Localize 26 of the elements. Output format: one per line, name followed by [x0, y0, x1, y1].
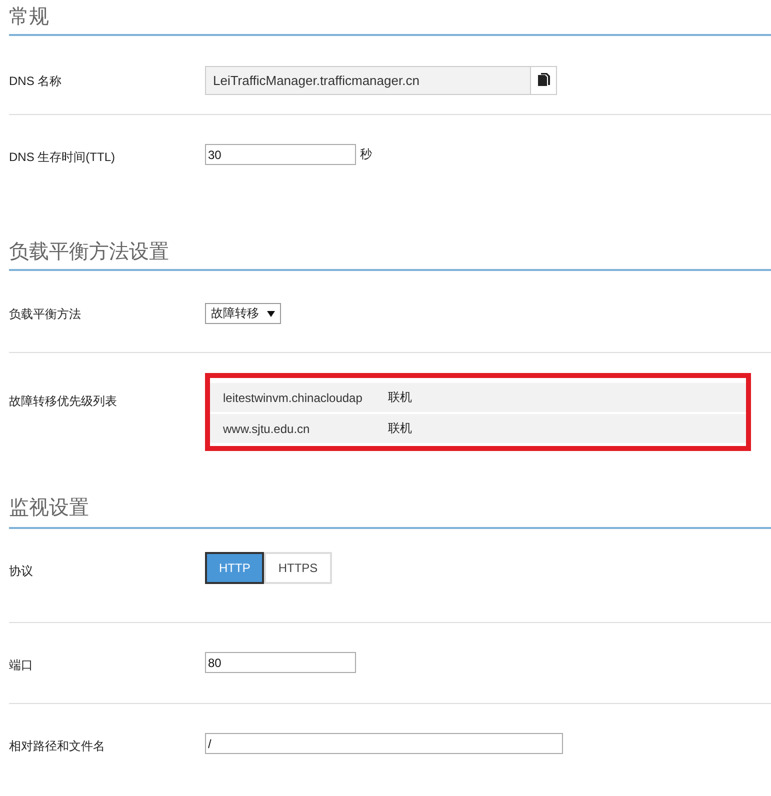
text-field[interactable]: 80	[205, 652, 356, 673]
dns-name-field[interactable]: LeiTrafficManager.trafficmanager.cn	[205, 66, 557, 95]
endpoint-name: leitestwinvm.chinacloudap	[223, 390, 364, 404]
endpoint-status: 联机	[388, 420, 412, 437]
endpoint-row[interactable]: www.sjtu.edu.cn 联机	[210, 414, 746, 443]
text-field[interactable]: /	[205, 733, 563, 754]
field-label: 负载平衡方法	[9, 306, 82, 323]
field-label: 相对路径和文件名	[9, 738, 106, 755]
unit-label: 秒	[360, 146, 372, 163]
endpoint-row[interactable]: leitestwinvm.chinacloudap 联机	[210, 383, 746, 412]
field-label: 协议	[9, 563, 34, 580]
dropdown-arrow-icon	[267, 310, 275, 316]
copy-icon	[538, 73, 550, 88]
endpoint-status: 联机	[388, 389, 412, 406]
endpoint-name: www.sjtu.edu.cn	[223, 422, 311, 436]
field-label: DNS 名称	[9, 73, 63, 90]
protocol-option[interactable]: HTTPS	[264, 552, 332, 584]
section-title: 负载平衡方法设置	[9, 235, 771, 271]
copy-button[interactable]	[530, 67, 556, 94]
field-label: 故障转移优先级列表	[9, 393, 118, 410]
text-field[interactable]: 30	[205, 144, 356, 165]
method-dropdown[interactable]: 故障转移	[205, 303, 281, 324]
section-title: 监视设置	[9, 491, 771, 529]
section-title: 常规	[9, 0, 771, 36]
field-label: DNS 生存时间(TTL)	[9, 149, 116, 166]
field-label: 端口	[9, 657, 34, 674]
